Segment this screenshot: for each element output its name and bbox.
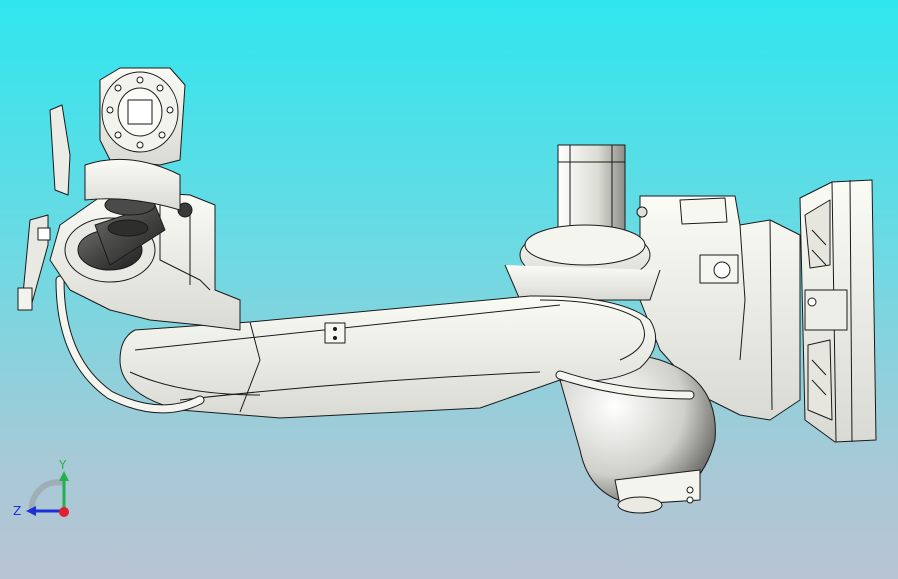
base-flange (799, 179, 877, 443)
y-axis-arrow (59, 471, 69, 481)
wrist-housing (49, 189, 241, 331)
shoulder-joint (504, 224, 661, 301)
top-motor (557, 144, 626, 231)
wrist-flange (84, 67, 186, 211)
cad-viewport[interactable]: Y Z (0, 0, 898, 579)
origin-dot (59, 507, 69, 517)
y-axis-label: Y (58, 458, 67, 472)
axis-triad: Y Z (13, 458, 69, 518)
z-axis-label: Z (13, 504, 21, 518)
triad-ring (28, 479, 65, 512)
robot-arm-model[interactable] (0, 0, 898, 579)
